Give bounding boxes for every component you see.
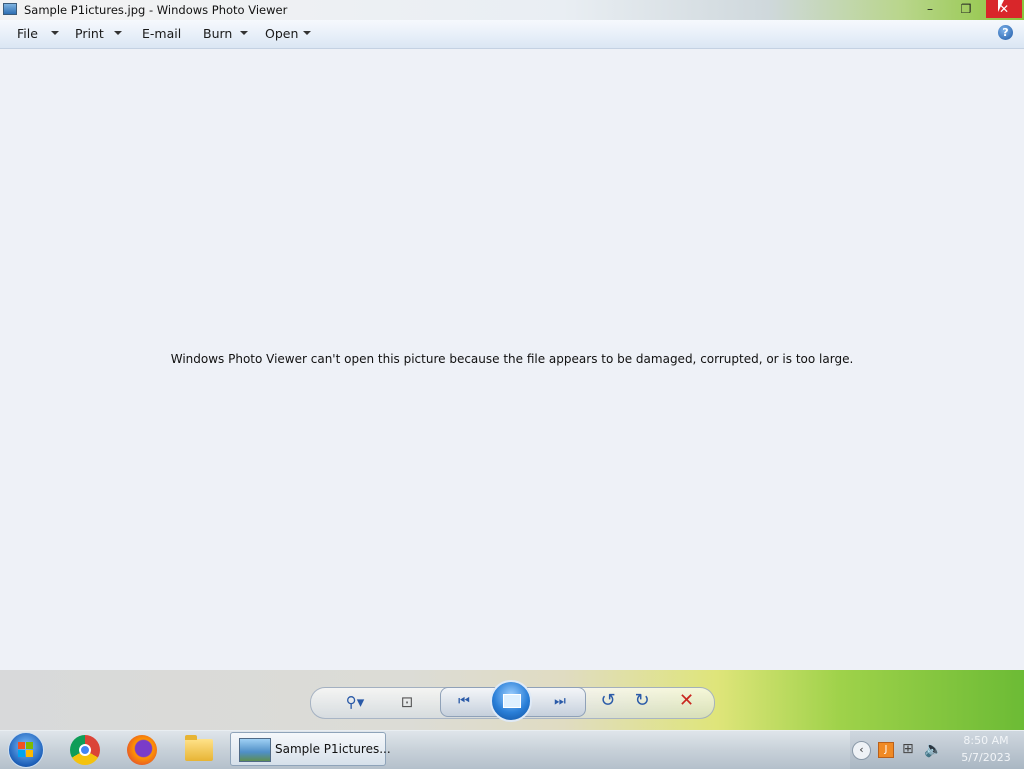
chevron-down-icon[interactable] (114, 31, 122, 35)
network-icon[interactable]: ⊞ (902, 741, 914, 757)
delete-icon[interactable]: ✕ (679, 690, 694, 711)
windows-logo-icon (18, 742, 34, 758)
menu-file[interactable]: File (17, 26, 38, 41)
maximize-button[interactable]: ❐ (951, 0, 981, 18)
mouse-cursor (998, 0, 1004, 12)
start-button[interactable] (8, 732, 44, 768)
next-icon[interactable]: ⏭ (548, 693, 572, 711)
clock[interactable]: 8:50 AM 5/7/2023 (950, 732, 1022, 766)
title-bar: Sample P1ictures.jpg - Windows Photo Vie… (0, 0, 1024, 20)
previous-icon[interactable]: ⏮ (452, 693, 476, 711)
close-button[interactable]: ✕ (986, 0, 1022, 18)
chevron-down-icon[interactable] (303, 31, 311, 35)
volume-icon[interactable]: 🔈 (924, 740, 943, 758)
file-explorer-icon[interactable] (185, 735, 213, 761)
error-message: Windows Photo Viewer can't open this pic… (170, 352, 854, 366)
menu-burn[interactable]: Burn (203, 26, 232, 41)
chevron-down-icon[interactable] (51, 31, 59, 35)
firefox-icon[interactable] (127, 735, 157, 765)
java-update-icon[interactable]: J (878, 742, 894, 758)
menu-email[interactable]: E-mail (142, 26, 181, 41)
menu-open[interactable]: Open (265, 26, 298, 41)
clock-date: 5/7/2023 (961, 751, 1011, 764)
rotate-counterclockwise-icon[interactable]: ↺ (597, 692, 619, 710)
desktop-icon-ghost (8, 680, 68, 691)
help-icon[interactable]: ? (998, 25, 1013, 40)
photo-thumbnail-icon (239, 738, 271, 762)
clock-time: 8:50 AM (963, 734, 1009, 747)
picture-area: Windows Photo Viewer can't open this pic… (0, 49, 1024, 670)
slideshow-icon (503, 694, 521, 708)
window-title: Sample P1ictures.jpg - Windows Photo Vie… (24, 3, 288, 17)
rotate-clockwise-icon[interactable]: ↻ (631, 692, 653, 710)
actual-size-icon[interactable]: ⊡ (396, 693, 418, 711)
zoom-icon[interactable]: ⚲▾ (338, 693, 372, 711)
system-tray: ‹ J ⊞ 🔈 8:50 AM 5/7/2023 (850, 731, 1024, 769)
viewer-control-bar: ⚲▾ ⊡ ⏮ ⏭ ↺ ↻ ✕ (0, 670, 1024, 730)
taskbar-window-label: Sample P1ictures... (275, 742, 391, 756)
show-hidden-icons-icon[interactable]: ‹ (852, 741, 871, 760)
chrome-icon[interactable] (70, 735, 100, 765)
photo-viewer-app-icon[interactable] (3, 3, 17, 15)
taskbar: Sample P1ictures... ‹ J ⊞ 🔈 8:50 AM 5/7/… (0, 730, 1024, 769)
menu-print[interactable]: Print (75, 26, 104, 41)
minimize-button[interactable]: – (915, 0, 945, 18)
taskbar-window-button[interactable]: Sample P1ictures... (230, 732, 391, 766)
desktop-icon-ghost (88, 680, 148, 691)
menu-bar: File Print E-mail Burn Open ? (0, 20, 1024, 49)
desktop-icon-ghost (240, 680, 300, 691)
slideshow-button[interactable] (490, 680, 532, 722)
chevron-down-icon[interactable] (240, 31, 248, 35)
desktop-icon-ghost (165, 680, 225, 691)
